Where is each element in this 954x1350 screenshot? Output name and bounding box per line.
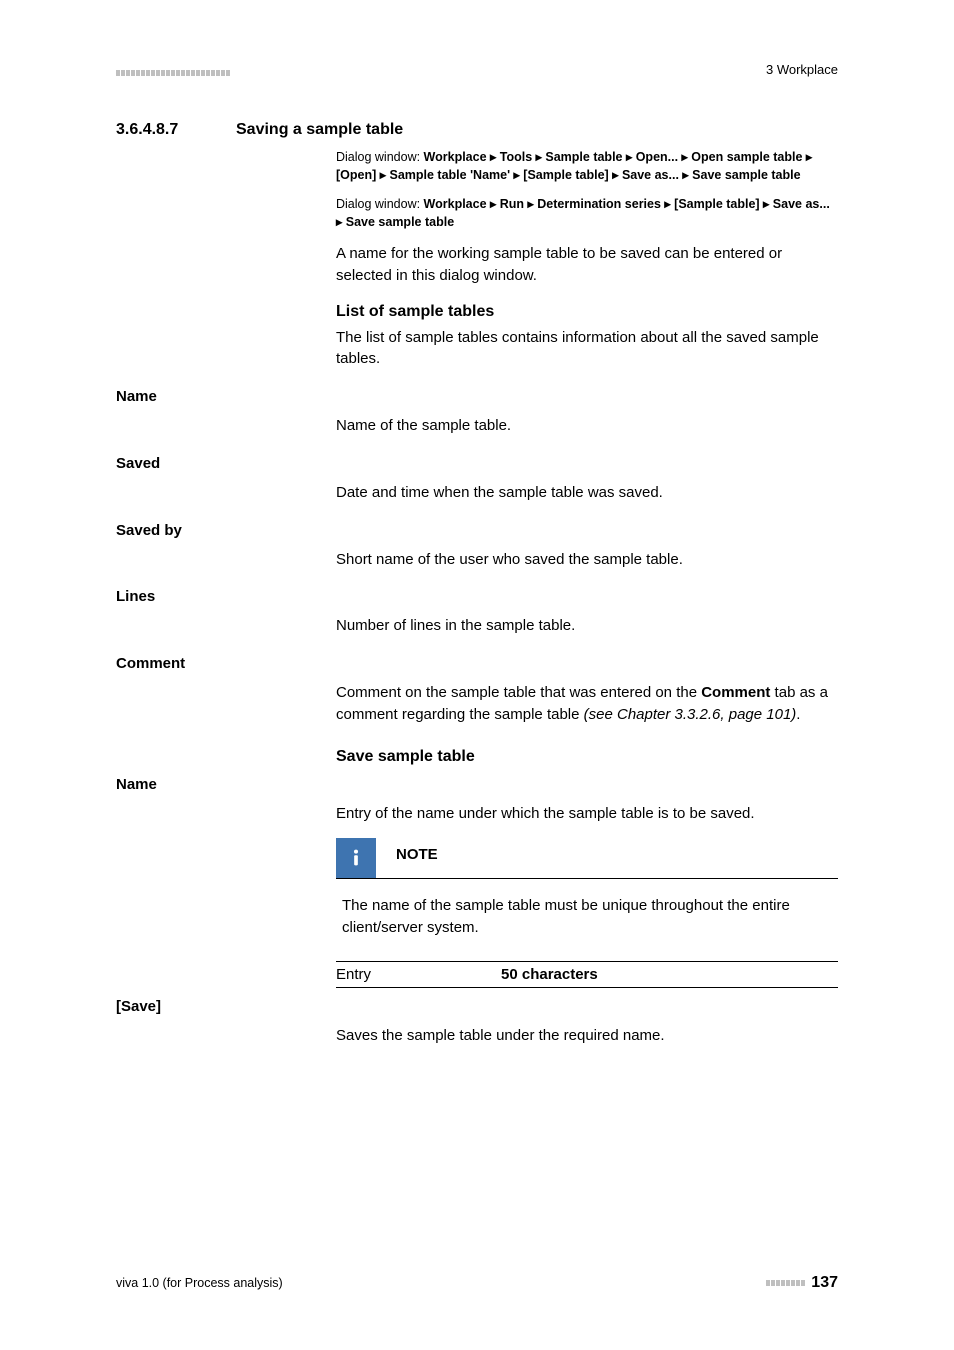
footer-ornament: [766, 1280, 805, 1286]
dialog-path-1: Dialog window: Workplace ▸ Tools ▸ Sampl…: [336, 149, 838, 184]
field-desc-comment: Comment on the sample table that was ent…: [336, 682, 838, 726]
entry-left: Entry: [336, 966, 501, 983]
field-desc-name: Name of the sample table.: [336, 415, 838, 437]
note-text: The name of the sample table must be uni…: [336, 879, 838, 953]
comment-ref: (see Chapter 3.3.2.6, page 101): [584, 706, 797, 723]
field-label-savedby: Saved by: [116, 522, 838, 539]
field-desc-lines: Number of lines in the sample table.: [336, 615, 838, 637]
note-box: NOTE The name of the sample table must b…: [336, 838, 838, 953]
section-number: 3.6.4.8.7: [116, 121, 236, 139]
subhead2-wrap: Save sample table: [336, 748, 838, 766]
field-label-saved: Saved: [116, 455, 838, 472]
field-block: Name Name of the sample table.: [116, 388, 838, 437]
field-label-lines: Lines: [116, 588, 838, 605]
info-icon: [336, 838, 376, 878]
entry-constraint-row: Entry 50 characters: [336, 961, 838, 988]
field-desc-savedby: Short name of the user who saved the sam…: [336, 549, 838, 571]
header-section-label: 3 Workplace: [766, 62, 838, 77]
field-block: [Save] Saves the sample table under the …: [116, 998, 838, 1047]
entry-right: 50 characters: [501, 966, 598, 983]
page: 3 Workplace 3.6.4.8.7 Saving a sample ta…: [0, 0, 954, 1350]
field-block: Lines Number of lines in the sample tabl…: [116, 588, 838, 637]
field-desc-savename: Entry of the name under which the sample…: [336, 803, 838, 825]
page-number: 137: [811, 1274, 838, 1292]
note-label: NOTE: [376, 838, 438, 878]
dialog-lead: Dialog window:: [336, 197, 424, 211]
comment-pre: Comment on the sample table that was ent…: [336, 684, 701, 701]
field-desc-save-button: Saves the sample table under the require…: [336, 1025, 838, 1047]
subhead-save: Save sample table: [336, 748, 838, 766]
field-label-comment: Comment: [116, 655, 838, 672]
footer-right: 137: [766, 1274, 838, 1292]
field-label-name: Name: [116, 388, 838, 405]
field-label-save-button: [Save]: [116, 998, 838, 1015]
header-ornament: [116, 70, 230, 77]
field-block: Comment Comment on the sample table that…: [116, 655, 838, 726]
field-block: Saved Date and time when the sample tabl…: [116, 455, 838, 504]
subhead-list-desc: The list of sample tables contains infor…: [336, 327, 838, 371]
note-header: NOTE: [336, 838, 838, 879]
dialog-lead: Dialog window:: [336, 150, 424, 164]
comment-bold: Comment: [701, 684, 770, 701]
field-block: Saved by Short name of the user who save…: [116, 522, 838, 571]
comment-end: .: [796, 706, 800, 723]
subhead-list: List of sample tables: [336, 303, 838, 321]
footer-left: viva 1.0 (for Process analysis): [116, 1276, 283, 1290]
dialog-path-2: Dialog window: Workplace ▸ Run ▸ Determi…: [336, 196, 838, 231]
content-column: Dialog window: Workplace ▸ Tools ▸ Sampl…: [336, 149, 838, 370]
field-desc-saved: Date and time when the sample table was …: [336, 482, 838, 504]
page-header: 3 Workplace: [116, 62, 838, 77]
field-block: Name Entry of the name under which the s…: [116, 776, 838, 825]
field-label-savename: Name: [116, 776, 838, 793]
section-heading-row: 3.6.4.8.7 Saving a sample table: [116, 121, 838, 149]
page-footer: viva 1.0 (for Process analysis) 137: [116, 1274, 838, 1292]
intro-text: A name for the working sample table to b…: [336, 243, 838, 287]
section-title: Saving a sample table: [236, 121, 838, 139]
